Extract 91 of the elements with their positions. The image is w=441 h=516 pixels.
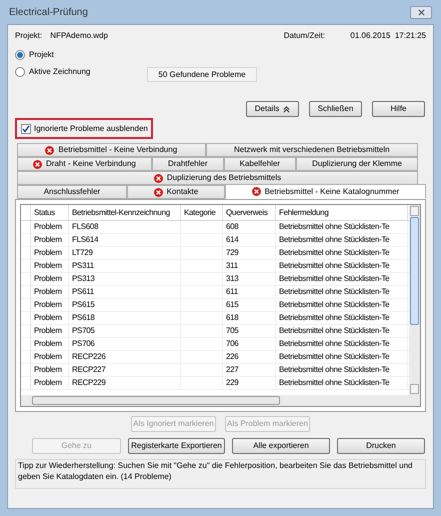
table-cell: 311 xyxy=(223,260,276,272)
table-cell: Betriebsmittel ohne Stücklisten-Te xyxy=(276,351,408,363)
table-cell: 706 xyxy=(223,338,276,350)
checkbox[interactable] xyxy=(21,124,31,134)
table-cell: PS618 xyxy=(69,312,181,324)
radio-button[interactable] xyxy=(15,50,25,60)
dialog-button[interactable]: Hilfe xyxy=(372,101,425,117)
table-cell: 615 xyxy=(223,299,276,311)
chevron-up-icon xyxy=(283,106,290,112)
column-header[interactable]: Kategorie xyxy=(181,205,223,220)
table-cell: 608 xyxy=(223,221,276,233)
table-cell: PS313 xyxy=(69,273,181,285)
table-cell: Betriebsmittel ohne Stücklisten-Te xyxy=(276,338,408,350)
table-cell: PS706 xyxy=(69,338,181,350)
tab[interactable]: Duplizierung des Betriebsmittels xyxy=(17,171,418,185)
project-label: Projekt: xyxy=(15,30,44,42)
table-cell: PS611 xyxy=(69,286,181,298)
table-cell: Problem xyxy=(31,338,69,350)
table-cell: Betriebsmittel ohne Stücklisten-Te xyxy=(276,364,408,376)
table-cell: Betriebsmittel ohne Stücklisten-Te xyxy=(276,286,408,298)
tab[interactable]: Anschlussfehler xyxy=(17,185,127,199)
tab[interactable]: Netzwerk mit verschiedenen Betriebsmitteln xyxy=(206,143,418,157)
table-cell: Betriebsmittel ohne Stücklisten-Te xyxy=(276,299,408,311)
tab[interactable]: Drahtfehler xyxy=(152,157,224,171)
radio-button[interactable] xyxy=(15,67,25,77)
table-cell: Betriebsmittel ohne Stücklisten-Te xyxy=(276,377,408,389)
tab[interactable]: Betriebsmittel - Keine Katalognummer xyxy=(224,184,426,199)
table-cell: 313 xyxy=(223,273,276,285)
column-header[interactable]: Fehlermeldung xyxy=(276,205,408,220)
table-cell: Problem xyxy=(31,273,69,285)
tab[interactable]: Kontakte xyxy=(126,185,225,199)
table-cell: Betriebsmittel ohne Stücklisten-Te xyxy=(276,273,408,285)
tab[interactable]: Betriebsmittel - Keine Verbindung xyxy=(17,143,206,157)
table-cell: LT729 xyxy=(69,247,181,259)
table-cell: 618 xyxy=(223,312,276,324)
radio-label: Projekt xyxy=(29,49,54,61)
dialog-button[interactable]: Schließen xyxy=(309,101,362,117)
vertical-scrollbar[interactable] xyxy=(409,205,420,395)
table-cell: 611 xyxy=(223,286,276,298)
tab[interactable]: Kabelfehler xyxy=(224,157,296,171)
tab[interactable]: Duplizierung der Klemme xyxy=(296,157,418,171)
table-cell: Problem xyxy=(31,312,69,324)
problem-count: 50 Gefundene Probleme xyxy=(147,67,257,82)
table-cell: Betriebsmittel ohne Stücklisten-Te xyxy=(276,325,408,337)
table-cell: Problem xyxy=(31,325,69,337)
table-cell: 614 xyxy=(223,234,276,246)
table-cell: RECP226 xyxy=(69,351,181,363)
table-cell: Problem xyxy=(31,247,69,259)
table-cell: 227 xyxy=(223,364,276,376)
table-cell: FLS614 xyxy=(69,234,181,246)
checkbox-label: Ignorierte Probleme ausblenden xyxy=(34,122,148,134)
table-cell: Problem xyxy=(31,351,69,363)
table-cell: RECP227 xyxy=(69,364,181,376)
table-cell: Betriebsmittel ohne Stücklisten-Te xyxy=(276,260,408,272)
close-icon xyxy=(418,8,424,16)
window-title: Electrical-Prüfung xyxy=(9,6,88,20)
table-cell: Problem xyxy=(31,299,69,311)
table-cell: Betriebsmittel ohne Stücklisten-Te xyxy=(276,234,408,246)
table-cell: Problem xyxy=(31,234,69,246)
dialog-button[interactable]: Alle exportieren xyxy=(232,438,330,454)
table-cell: Betriebsmittel ohne Stücklisten-Te xyxy=(276,221,408,233)
table-cell: 226 xyxy=(223,351,276,363)
table-cell: 705 xyxy=(223,325,276,337)
table-cell: 229 xyxy=(223,377,276,389)
dialog-button[interactable]: Drucken xyxy=(337,438,425,454)
date-value: 01.06.2015 17:21:25 xyxy=(350,30,426,42)
table-cell: 729 xyxy=(223,247,276,259)
column-header[interactable]: Querverweis xyxy=(223,205,276,220)
close-button[interactable] xyxy=(410,6,432,18)
tip-text: Tipp zur Wiederherstellung: Suchen Sie mit "Gehe zu" die Fehlerposition, bearbeiten Sie das Betriebsmittel und geben Sie Katalogdaten ein. (14 Probleme) xyxy=(15,459,426,489)
table-cell: FLS608 xyxy=(69,221,181,233)
radio-label: Aktive Zeichnung xyxy=(29,66,90,78)
tab[interactable]: Draht - Keine Verbindung xyxy=(17,157,152,171)
table-cell: Problem xyxy=(31,260,69,272)
horizontal-scrollbar[interactable] xyxy=(21,395,420,406)
table-cell: Betriebsmittel ohne Stücklisten-Te xyxy=(276,247,408,259)
table-cell: Problem xyxy=(31,364,69,376)
column-header[interactable]: Status xyxy=(31,205,69,220)
table-cell: PS705 xyxy=(69,325,181,337)
details-button[interactable]: Details xyxy=(246,101,299,117)
project-name: NFPAdemo.wdp xyxy=(50,30,109,42)
table-cell: PS311 xyxy=(69,260,181,272)
date-label: Datum/Zeit: xyxy=(284,30,326,42)
table-cell: Betriebsmittel ohne Stücklisten-Te xyxy=(276,312,408,324)
table-cell: Problem xyxy=(31,221,69,233)
table-cell: Problem xyxy=(31,377,69,389)
table-cell: RECP229 xyxy=(69,377,181,389)
dialog-button[interactable]: Registerkarte Exportieren xyxy=(128,438,225,454)
table-cell: Problem xyxy=(31,286,69,298)
table-cell: PS615 xyxy=(69,299,181,311)
column-header[interactable]: Betriebsmittel-Kennzeichnung xyxy=(69,205,181,220)
